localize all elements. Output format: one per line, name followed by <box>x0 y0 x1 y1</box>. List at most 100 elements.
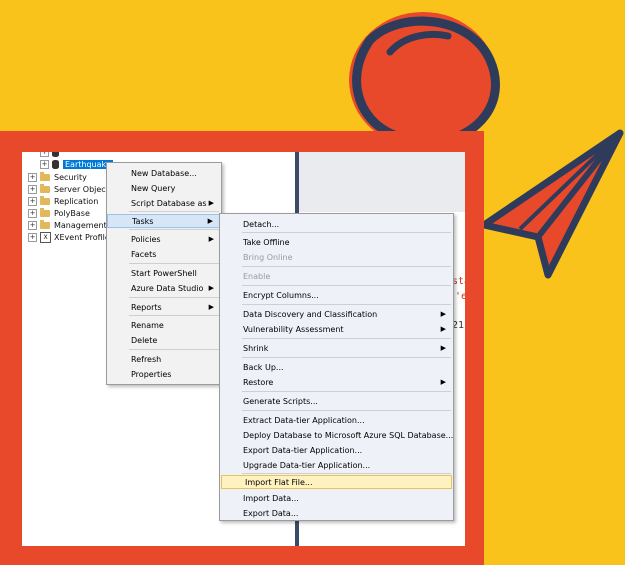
folder-icon <box>40 207 50 217</box>
expand-icon[interactable]: + <box>28 196 37 206</box>
menu-item-label: Reports <box>131 302 162 312</box>
menu-item-tasks[interactable]: Tasks ▶ <box>107 214 221 228</box>
expand-icon[interactable]: + <box>28 220 37 230</box>
menu-separator <box>129 211 219 212</box>
menu-item-reports[interactable]: Reports ▶ <box>107 300 221 314</box>
submenu-arrow-icon: ▶ <box>440 310 446 318</box>
menu-separator <box>242 232 451 233</box>
menu-item-generate-scripts[interactable]: Generate Scripts... <box>220 394 453 408</box>
menu-item-label: Import Data... <box>243 493 299 503</box>
menu-item-delete[interactable]: Delete <box>107 333 221 347</box>
folder-icon <box>40 183 50 193</box>
code-fragment: 'e <box>455 291 465 302</box>
menu-item-export-data-tier[interactable]: Export Data-tier Application... <box>220 443 453 457</box>
tree-item-polybase[interactable]: + PolyBase <box>28 207 90 219</box>
menu-item-label: New Database... <box>131 168 197 178</box>
menu-item-label: Import Flat File... <box>245 477 313 487</box>
menu-separator <box>129 315 219 316</box>
menu-item-extract-data-tier[interactable]: Extract Data-tier Application... <box>220 413 453 427</box>
menu-item-policies[interactable]: Policies ▶ <box>107 232 221 246</box>
menu-item-label: New Query <box>131 183 176 193</box>
tree-item-server-objects[interactable]: + Server Objects <box>28 183 113 195</box>
menu-item-label: Data Discovery and Classification <box>243 309 378 319</box>
xevent-icon: X <box>40 231 51 243</box>
folder-icon <box>40 195 50 205</box>
menu-item-label: Start PowerShell <box>131 268 197 278</box>
menu-separator <box>129 349 219 350</box>
menu-item-new-query[interactable]: New Query <box>107 181 221 195</box>
tree-item-replication[interactable]: + Replication <box>28 195 98 207</box>
menu-item-enable: Enable <box>220 269 453 283</box>
folder-icon <box>40 219 50 229</box>
submenu-arrow-icon: ▶ <box>208 303 214 311</box>
menu-item-export-data[interactable]: Export Data... <box>220 506 453 520</box>
tree-item-security[interactable]: + Security <box>28 171 87 183</box>
menu-item-label: Facets <box>131 249 157 259</box>
expand-icon[interactable]: + <box>28 208 37 218</box>
menu-item-label: Script Database as <box>131 198 207 208</box>
submenu-arrow-icon: ▶ <box>440 344 446 352</box>
tree-item-management[interactable]: + Management <box>28 219 107 231</box>
menu-item-upgrade-data-tier[interactable]: Upgrade Data-tier Application... <box>220 458 453 472</box>
ssms-screenshot: sta 'e 21- + + Earthquake + Security + S… <box>22 152 465 546</box>
menu-item-take-offline[interactable]: Take Offline <box>220 235 453 249</box>
tree-item-label: Replication <box>54 196 99 206</box>
menu-item-back-up[interactable]: Back Up... <box>220 360 453 374</box>
menu-item-label: Export Data... <box>243 508 299 518</box>
menu-separator <box>129 297 219 298</box>
menu-item-encrypt-columns[interactable]: Encrypt Columns... <box>220 288 453 302</box>
tree-item-label: XEvent Profiler <box>54 232 114 242</box>
menu-item-label: Back Up... <box>243 362 284 372</box>
menu-item-label: Detach... <box>243 219 280 229</box>
menu-item-script-database-as[interactable]: Script Database as ▶ <box>107 196 221 210</box>
menu-item-label: Restore <box>243 377 274 387</box>
tree-item-label: Management <box>54 220 107 230</box>
menu-item-label: Vulnerability Assessment <box>243 324 344 334</box>
menu-item-rename[interactable]: Rename <box>107 318 221 332</box>
submenu-arrow-icon: ▶ <box>208 284 214 292</box>
menu-item-facets[interactable]: Facets <box>107 247 221 261</box>
menu-item-deploy-to-azure[interactable]: Deploy Database to Microsoft Azure SQL D… <box>220 428 453 442</box>
submenu-arrow-icon: ▶ <box>440 325 446 333</box>
menu-item-refresh[interactable]: Refresh <box>107 352 221 366</box>
expand-icon[interactable]: + <box>28 172 37 182</box>
menu-item-label: Shrink <box>243 343 269 353</box>
menu-item-label: Upgrade Data-tier Application... <box>243 460 371 470</box>
tree-item-label: Security <box>54 172 87 182</box>
expand-icon[interactable]: + <box>28 184 37 194</box>
submenu-arrow-icon: ▶ <box>440 378 446 386</box>
menu-item-azure-data-studio[interactable]: Azure Data Studio ▶ <box>107 281 221 295</box>
tree-item-earthquake[interactable]: + Earthquake <box>40 158 113 170</box>
tree-item-xevent-profiler[interactable]: + X XEvent Profiler <box>28 231 113 243</box>
menu-item-label: Export Data-tier Application... <box>243 445 363 455</box>
menu-item-start-powershell[interactable]: Start PowerShell <box>107 266 221 280</box>
menu-item-label: Delete <box>131 335 158 345</box>
menu-item-data-discovery[interactable]: Data Discovery and Classification ▶ <box>220 307 453 321</box>
menu-item-import-flat-file[interactable]: Import Flat File... <box>221 475 452 489</box>
menu-item-label: Tasks <box>132 216 154 226</box>
menu-item-import-data[interactable]: Import Data... <box>220 491 453 505</box>
editor-tab-area <box>299 152 465 212</box>
menu-item-label: Generate Scripts... <box>243 396 318 406</box>
menu-item-new-database[interactable]: New Database... <box>107 166 221 180</box>
paper-plane-icon <box>480 129 624 279</box>
menu-item-label: Rename <box>131 320 164 330</box>
menu-item-vulnerability-assessment[interactable]: Vulnerability Assessment ▶ <box>220 322 453 336</box>
expand-icon[interactable]: + <box>40 159 49 169</box>
tasks-submenu: Detach... Take Offline Bring Online Enab… <box>219 213 454 521</box>
expand-icon[interactable]: + <box>28 232 37 242</box>
menu-item-properties[interactable]: Properties <box>107 367 221 381</box>
database-icon <box>52 159 59 169</box>
menu-item-label: Refresh <box>131 354 162 364</box>
expand-icon[interactable]: + <box>40 152 49 157</box>
menu-item-restore[interactable]: Restore ▶ <box>220 375 453 389</box>
menu-separator <box>242 338 451 339</box>
menu-separator <box>129 229 219 230</box>
menu-item-detach[interactable]: Detach... <box>220 217 453 231</box>
menu-separator <box>242 357 451 358</box>
database-context-menu: New Database... New Query Script Databas… <box>106 162 222 385</box>
menu-separator <box>242 266 451 267</box>
submenu-arrow-icon: ▶ <box>208 199 214 207</box>
menu-item-bring-online: Bring Online <box>220 250 453 264</box>
menu-item-shrink[interactable]: Shrink ▶ <box>220 341 453 355</box>
